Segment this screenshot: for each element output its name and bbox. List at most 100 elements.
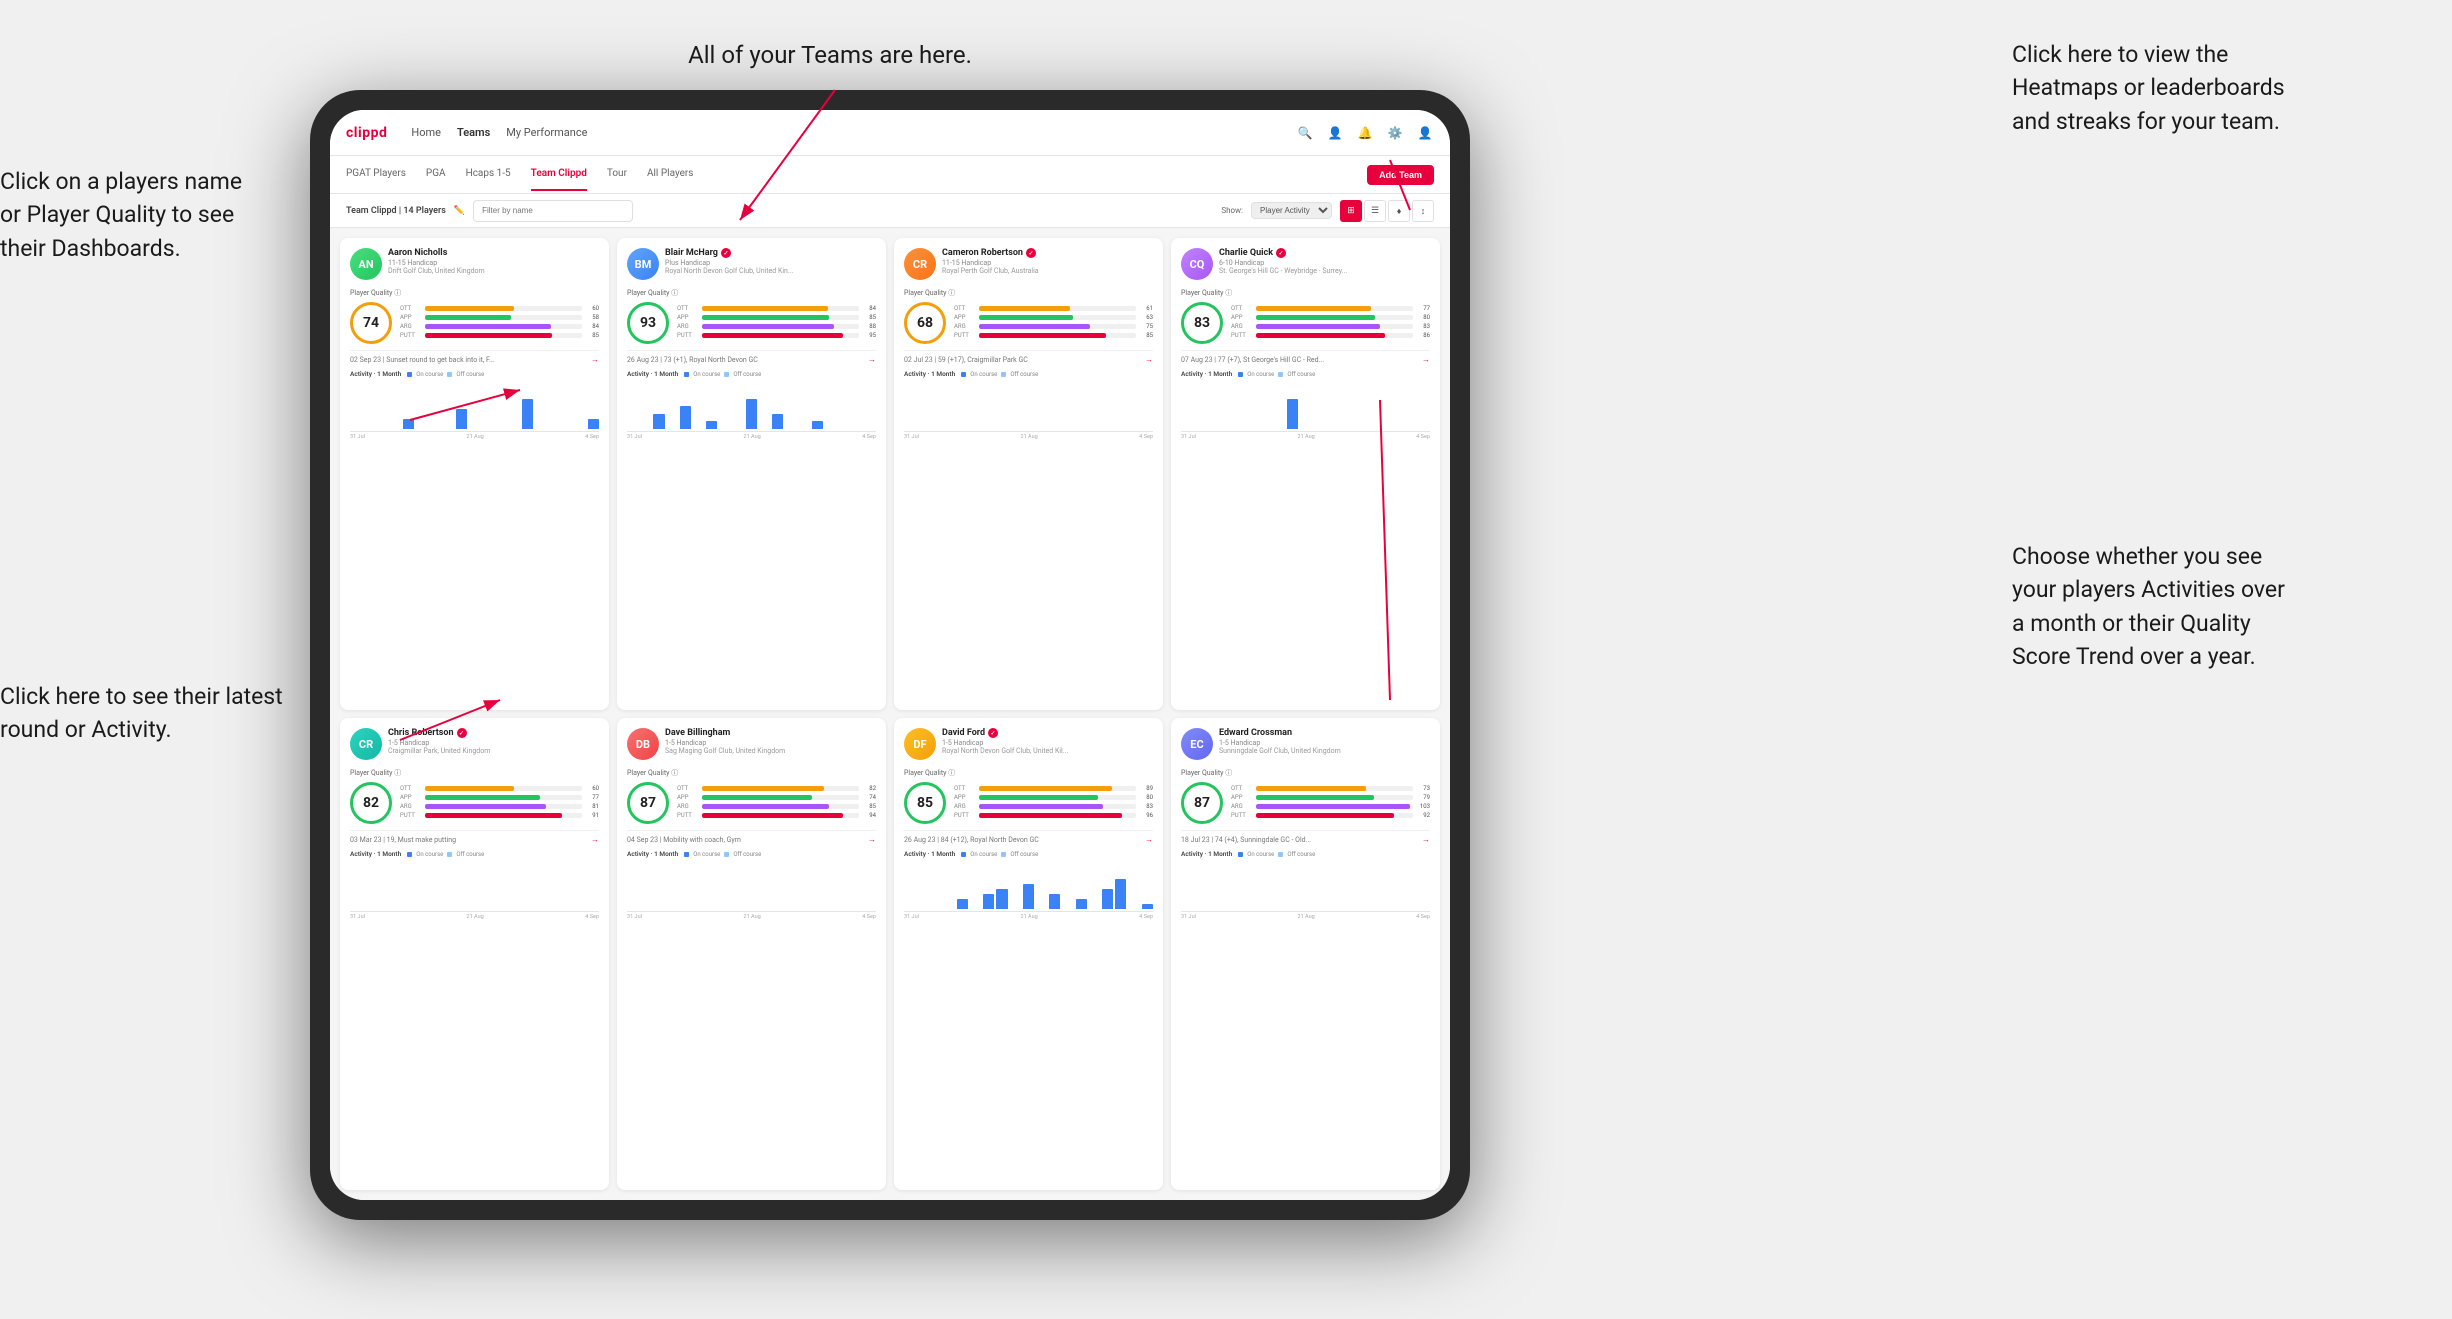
stat-label-putt: PUTT bbox=[954, 332, 976, 339]
stat-label-ott: OTT bbox=[677, 305, 699, 312]
player-card[interactable]: CQ Charlie Quick ✓ 6-10 Handicap St. Geo… bbox=[1171, 238, 1440, 710]
player-name[interactable]: Chris Robertson ✓ bbox=[388, 728, 599, 738]
round-text: 26 Aug 23 | 84 (+12), Royal North Devon … bbox=[904, 836, 1145, 844]
user-icon[interactable]: 👤 bbox=[1326, 124, 1344, 142]
stat-bar-putt-container bbox=[702, 333, 859, 338]
stat-bar-ott bbox=[979, 786, 1112, 791]
round-arrow[interactable]: → bbox=[1145, 355, 1153, 364]
quality-circle[interactable]: 93 bbox=[627, 302, 669, 344]
quality-circle[interactable]: 68 bbox=[904, 302, 946, 344]
settings-icon[interactable]: ⚙️ bbox=[1386, 124, 1404, 142]
round-arrow[interactable]: → bbox=[1422, 355, 1430, 364]
tab-all-players[interactable]: All Players bbox=[647, 158, 694, 191]
card-header: CR Cameron Robertson ✓ 11-15 Handicap Ro… bbox=[904, 248, 1153, 280]
player-card[interactable]: DB Dave Billingham 1-5 Handicap Sag Magi… bbox=[617, 718, 886, 1190]
tab-tour[interactable]: Tour bbox=[607, 158, 627, 191]
stat-label-putt: PUTT bbox=[677, 812, 699, 819]
search-icon[interactable]: 🔍 bbox=[1296, 124, 1314, 142]
filter-button[interactable]: ↕ bbox=[1412, 200, 1434, 222]
nav-home[interactable]: Home bbox=[411, 124, 441, 141]
player-card[interactable]: DF David Ford ✓ 1-5 Handicap Royal North… bbox=[894, 718, 1163, 1190]
player-name[interactable]: Dave Billingham bbox=[665, 728, 876, 738]
quality-circle[interactable]: 87 bbox=[1181, 782, 1223, 824]
recent-round[interactable]: 26 Aug 23 | 73 (+1), Royal North Devon G… bbox=[627, 350, 876, 364]
recent-round[interactable]: 26 Aug 23 | 84 (+12), Royal North Devon … bbox=[904, 830, 1153, 844]
round-arrow[interactable]: → bbox=[591, 355, 599, 364]
tab-team-clippd[interactable]: Team Clippd bbox=[531, 158, 587, 191]
add-team-button[interactable]: Add Team bbox=[1367, 165, 1434, 185]
stat-bar-putt bbox=[979, 333, 1106, 338]
player-card[interactable]: CR Chris Robertson ✓ 1-5 Handicap Craigm… bbox=[340, 718, 609, 1190]
player-card[interactable]: BM Blair McHarg ✓ Plus Handicap Royal No… bbox=[617, 238, 886, 710]
nav-teams[interactable]: Teams bbox=[457, 124, 490, 141]
grid-view-button[interactable]: ⊞ bbox=[1340, 200, 1362, 222]
round-arrow[interactable]: → bbox=[868, 835, 876, 844]
quality-section[interactable]: 74 OTT 60 APP 58 bbox=[350, 302, 599, 344]
recent-round[interactable]: 02 Jul 23 | 59 (+17), Craigmillar Park G… bbox=[904, 350, 1153, 364]
player-card[interactable]: CR Cameron Robertson ✓ 11-15 Handicap Ro… bbox=[894, 238, 1163, 710]
mini-chart bbox=[350, 382, 599, 432]
round-arrow[interactable]: → bbox=[591, 835, 599, 844]
quality-circle[interactable]: 74 bbox=[350, 302, 392, 344]
quality-section[interactable]: 93 OTT 84 APP 85 bbox=[627, 302, 876, 344]
stat-bar-arg bbox=[1256, 324, 1380, 329]
edit-icon[interactable]: ✏️ bbox=[454, 206, 465, 216]
stat-value-ott: 60 bbox=[585, 785, 599, 792]
verified-badge: ✓ bbox=[1276, 248, 1286, 258]
stat-label-ott: OTT bbox=[1231, 785, 1253, 792]
quality-circle[interactable]: 85 bbox=[904, 782, 946, 824]
player-name[interactable]: Aaron Nicholls bbox=[388, 248, 599, 258]
tab-hcaps[interactable]: Hcaps 1-5 bbox=[466, 158, 511, 191]
quality-section[interactable]: 83 OTT 77 APP 80 bbox=[1181, 302, 1430, 344]
player-info: Cameron Robertson ✓ 11-15 Handicap Royal… bbox=[942, 248, 1153, 275]
stat-bar-arg-container bbox=[702, 804, 859, 809]
recent-round[interactable]: 07 Aug 23 | 77 (+7), St George's Hill GC… bbox=[1181, 350, 1430, 364]
stat-bar-putt bbox=[1256, 813, 1394, 818]
player-name[interactable]: Blair McHarg ✓ bbox=[665, 248, 876, 258]
quality-section[interactable]: 85 OTT 89 APP 80 bbox=[904, 782, 1153, 824]
player-name[interactable]: Charlie Quick ✓ bbox=[1219, 248, 1430, 258]
tab-pgat[interactable]: PGAT Players bbox=[346, 158, 406, 191]
tab-pga[interactable]: PGA bbox=[426, 158, 446, 191]
heatmap-view-button[interactable]: ♦ bbox=[1388, 200, 1410, 222]
bell-icon[interactable]: 🔔 bbox=[1356, 124, 1374, 142]
show-select[interactable]: Player Activity bbox=[1251, 202, 1332, 219]
nav-performance[interactable]: My Performance bbox=[506, 124, 587, 141]
player-card[interactable]: AN Aaron Nicholls 11-15 Handicap Drift G… bbox=[340, 238, 609, 710]
player-name[interactable]: Edward Crossman bbox=[1219, 728, 1430, 738]
quality-section[interactable]: 82 OTT 60 APP 77 bbox=[350, 782, 599, 824]
activity-header: Activity · 1 Month On course Off course bbox=[627, 370, 876, 378]
round-arrow[interactable]: → bbox=[868, 355, 876, 364]
stats-bars: OTT 60 APP 58 ARG bbox=[400, 305, 599, 341]
card-header: DB Dave Billingham 1-5 Handicap Sag Magi… bbox=[627, 728, 876, 760]
recent-round[interactable]: 04 Sep 23 | Mobility with coach, Gym → bbox=[627, 830, 876, 844]
stat-label-app: APP bbox=[1231, 314, 1253, 321]
recent-round[interactable]: 02 Sep 23 | Sunset round to get back int… bbox=[350, 350, 599, 364]
search-input[interactable] bbox=[473, 200, 633, 222]
quality-section[interactable]: 68 OTT 61 APP 63 bbox=[904, 302, 1153, 344]
player-name[interactable]: Cameron Robertson ✓ bbox=[942, 248, 1153, 258]
quality-circle[interactable]: 83 bbox=[1181, 302, 1223, 344]
list-view-button[interactable]: ☰ bbox=[1364, 200, 1386, 222]
stat-value-arg: 83 bbox=[1416, 323, 1430, 330]
quality-circle[interactable]: 87 bbox=[627, 782, 669, 824]
on-course-legend-dot bbox=[1238, 372, 1243, 377]
quality-circle[interactable]: 82 bbox=[350, 782, 392, 824]
quality-section[interactable]: 87 OTT 73 APP 79 bbox=[1181, 782, 1430, 824]
player-info: David Ford ✓ 1-5 Handicap Royal North De… bbox=[942, 728, 1153, 755]
player-card[interactable]: EC Edward Crossman 1-5 Handicap Sunningd… bbox=[1171, 718, 1440, 1190]
stat-bar-arg-container bbox=[979, 804, 1136, 809]
recent-round[interactable]: 03 Mar 23 | 19, Must make putting → bbox=[350, 830, 599, 844]
chart-label-mid: 21 Aug bbox=[1297, 434, 1314, 440]
chart-labels: 31 Jul 21 Aug 4 Sep bbox=[627, 434, 876, 440]
chart-col bbox=[403, 419, 414, 429]
round-text: 26 Aug 23 | 73 (+1), Royal North Devon G… bbox=[627, 356, 868, 364]
stat-row-ott: OTT 60 bbox=[400, 785, 599, 792]
recent-round[interactable]: 18 Jul 23 | 74 (+4), Sunningdale GC - Ol… bbox=[1181, 830, 1430, 844]
quality-section[interactable]: 87 OTT 82 APP 74 bbox=[627, 782, 876, 824]
round-arrow[interactable]: → bbox=[1422, 835, 1430, 844]
player-name[interactable]: David Ford ✓ bbox=[942, 728, 1153, 738]
round-arrow[interactable]: → bbox=[1145, 835, 1153, 844]
stat-value-arg: 83 bbox=[1139, 803, 1153, 810]
avatar-icon[interactable]: 👤 bbox=[1416, 124, 1434, 142]
